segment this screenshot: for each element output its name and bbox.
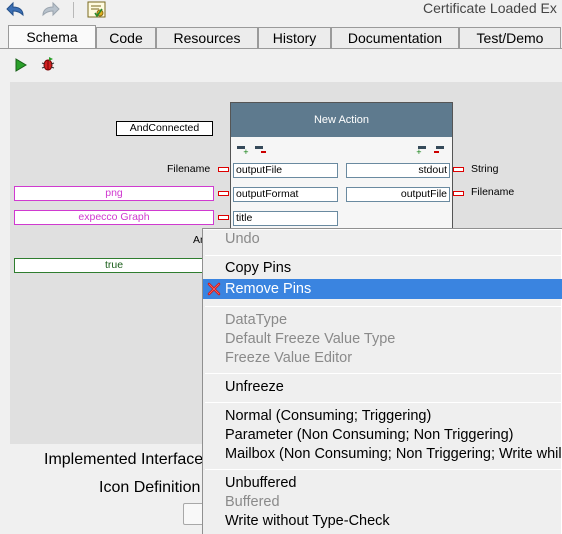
- context-menu: Undo Copy Pins Remove Pins DataType Defa…: [202, 228, 562, 534]
- tab-schema[interactable]: Schema: [8, 25, 96, 49]
- add-input-pin-icon[interactable]: +: [237, 143, 249, 156]
- tab-documentation[interactable]: Documentation: [331, 27, 459, 49]
- status-text: Certificate Loaded Ex: [423, 0, 557, 16]
- undo-arrow-icon[interactable]: [4, 0, 28, 20]
- remove-input-pin-icon[interactable]: [255, 143, 267, 156]
- svg-text:+: +: [416, 148, 422, 154]
- icon-definition-label: Icon Definition: [99, 479, 201, 496]
- menu-item-undo[interactable]: Undo: [203, 229, 562, 249]
- output-pin-stdout[interactable]: stdout: [346, 163, 450, 178]
- output-pin-outputfile[interactable]: outputFile: [346, 187, 450, 202]
- and-connected-box[interactable]: AndConnected: [116, 121, 213, 136]
- remove-pins-label: Remove Pins: [225, 281, 312, 297]
- menu-item-unfreeze[interactable]: Unfreeze: [203, 377, 562, 397]
- menu-separator: [205, 306, 562, 307]
- menu-separator: [205, 402, 562, 403]
- menu-item-write-without-type-check[interactable]: Write without Type-Check: [203, 511, 562, 531]
- toolbar-separator: [73, 2, 74, 18]
- implemented-interface-label: Implemented Interface: [44, 451, 204, 468]
- action-title[interactable]: New Action: [231, 103, 452, 137]
- menu-item-datatype[interactable]: DataType: [203, 310, 562, 330]
- output-pin-connector[interactable]: [453, 191, 464, 196]
- menu-item-mailbox[interactable]: Mailbox (Non Consuming; Non Triggering; …: [203, 444, 562, 464]
- input-pin-connector[interactable]: [218, 215, 229, 220]
- menu-item-unbuffered[interactable]: Unbuffered: [203, 473, 562, 493]
- freeze-value-true[interactable]: true: [14, 258, 214, 273]
- output-pin-connector[interactable]: [453, 167, 464, 172]
- input-pin-title[interactable]: title: [233, 211, 338, 226]
- tab-resources[interactable]: Resources: [156, 27, 258, 49]
- menu-item-freeze-value-editor[interactable]: Freeze Value Editor: [203, 348, 562, 368]
- tab-divider: [0, 48, 562, 49]
- remove-x-icon: [207, 282, 221, 296]
- tab-history[interactable]: History: [258, 27, 331, 49]
- expecco-editor-window: Certificate Loaded Ex Schema Code Resour…: [0, 0, 562, 534]
- action-block[interactable]: New Action + + outputFile outputFormat t…: [230, 102, 453, 230]
- freeze-value-title[interactable]: expecco Graph: [14, 210, 214, 225]
- bug-run-icon[interactable]: [40, 56, 56, 72]
- redo-arrow-icon[interactable]: [38, 0, 62, 20]
- menu-separator: [205, 373, 562, 374]
- play-icon[interactable]: [14, 58, 28, 72]
- input-pin-outputformat[interactable]: outputFormat: [233, 187, 338, 202]
- tab-code[interactable]: Code: [96, 27, 156, 49]
- string-type-label: String: [471, 163, 499, 175]
- input-pin-connector[interactable]: [218, 167, 229, 172]
- tab-test-demo[interactable]: Test/Demo: [459, 27, 561, 49]
- filename-out-type-label: Filename: [471, 186, 515, 198]
- menu-item-remove-pins[interactable]: Remove Pins: [203, 279, 562, 299]
- remove-output-pin-icon[interactable]: [433, 143, 445, 156]
- filename-type-label: Filename: [167, 163, 211, 175]
- menu-item-normal[interactable]: Normal (Consuming; Triggering): [203, 406, 562, 426]
- toolbar: Certificate Loaded Ex: [0, 0, 562, 22]
- svg-text:+: +: [243, 148, 249, 154]
- menu-separator: [205, 255, 562, 256]
- menu-item-copy-pins[interactable]: Copy Pins: [203, 258, 562, 278]
- menu-separator: [205, 469, 562, 470]
- input-pin-connector[interactable]: [218, 191, 229, 196]
- certificate-icon[interactable]: [85, 0, 109, 20]
- input-pin-outputfile[interactable]: outputFile: [233, 163, 338, 178]
- menu-item-default-freeze-type[interactable]: Default Freeze Value Type: [203, 329, 562, 349]
- menu-item-buffered[interactable]: Buffered: [203, 492, 562, 512]
- add-output-pin-icon[interactable]: +: [415, 143, 427, 156]
- menu-item-parameter[interactable]: Parameter (Non Consuming; Non Triggering…: [203, 425, 562, 445]
- freeze-value-png[interactable]: png: [14, 186, 214, 201]
